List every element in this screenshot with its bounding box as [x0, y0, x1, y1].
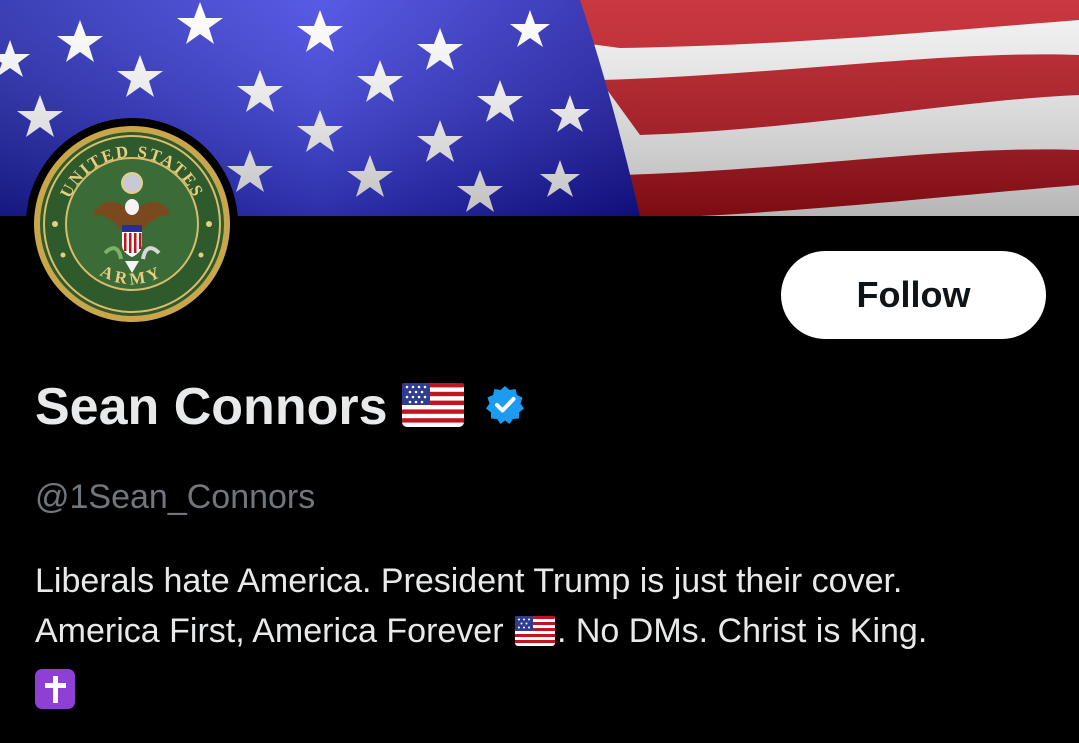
profile-handle: @1Sean_Connors [35, 478, 316, 516]
bio-line: Liberals hate America. President Trump i… [35, 562, 903, 600]
bio-line [35, 660, 1065, 710]
us-flag-emoji [401, 383, 464, 431]
bio-line: America First, America Forever . No DMs.… [35, 606, 1065, 660]
profile-avatar[interactable]: UNITED STATES ARMY [26, 118, 238, 330]
profile-name-row: Sean Connors [35, 372, 526, 442]
us-flag-emoji [514, 616, 555, 654]
follow-button[interactable]: Follow [781, 251, 1046, 339]
army-seal-image: UNITED STATES ARMY [34, 126, 230, 322]
latin-cross-emoji [35, 669, 75, 710]
bio-text: America First, America Forever [35, 612, 504, 650]
display-name: Sean Connors [35, 378, 388, 436]
verified-badge-icon[interactable] [484, 384, 526, 430]
bio-text: . No DMs. Christ is King. [556, 612, 928, 650]
profile-bio: Liberals hate America. President Trump i… [35, 556, 1065, 710]
